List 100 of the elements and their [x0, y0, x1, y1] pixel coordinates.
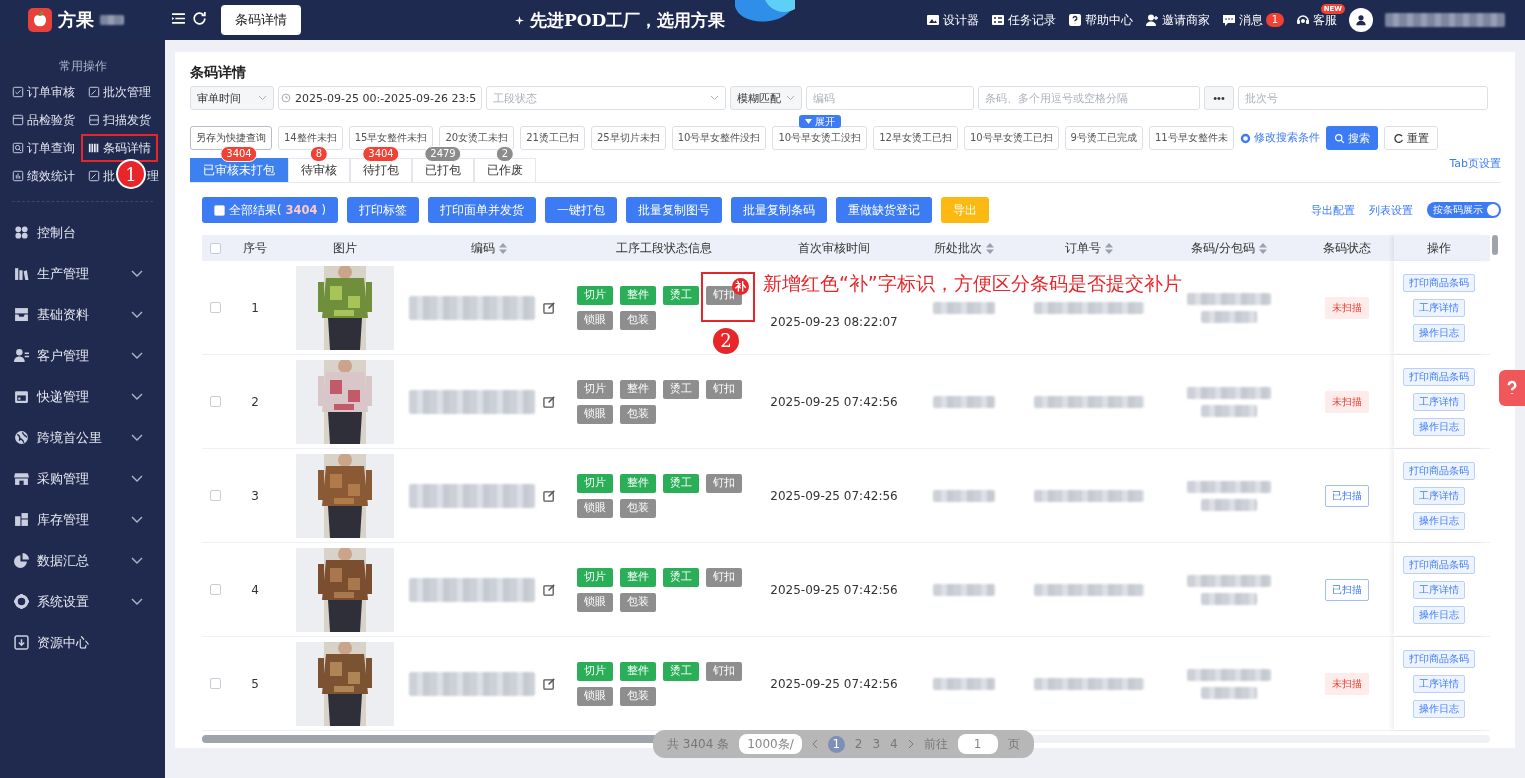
select-all-button[interactable]: 全部结果( 3404 ) [202, 197, 338, 223]
quick-link[interactable]: 品检验货 [10, 111, 77, 129]
quick-query-chip[interactable]: 20女烫工未扫 [439, 126, 515, 150]
row-action-button[interactable]: 工序详情 [1413, 674, 1465, 693]
checkbox[interactable] [210, 302, 221, 313]
action-button[interactable]: 重做缺货登记 [836, 197, 932, 223]
quick-query-chip[interactable]: 11号早女整件未 [1149, 126, 1234, 150]
quick-link[interactable]: 订单查询 [10, 139, 77, 157]
sort-icon[interactable] [499, 242, 507, 254]
help-button[interactable] [1499, 370, 1525, 406]
process-tag: 钉扣 [706, 567, 742, 587]
blocks-icon [14, 512, 29, 527]
nav-item[interactable]: 生产管理 [0, 253, 165, 294]
nav-item[interactable]: 跨境首公里 [0, 417, 165, 458]
row-action-button[interactable]: 操作日志 [1413, 323, 1465, 342]
toolbar-link[interactable]: 列表设置 [1369, 202, 1413, 218]
tab-settings-link[interactable]: Tab页设置 [1449, 156, 1501, 171]
row-action-button[interactable]: 工序详情 [1413, 392, 1465, 411]
toolbar-link[interactable]: 导出配置 [1311, 202, 1355, 218]
top-link[interactable]: 客服 [1296, 11, 1337, 29]
status-tab[interactable]: 已作废 [474, 158, 536, 182]
checkbox[interactable] [210, 396, 221, 407]
row-action-button[interactable]: 打印商品条码 [1403, 273, 1475, 292]
toggle-switch[interactable]: 按条码展示 [1427, 202, 1501, 218]
nav-item[interactable]: 资源中心 [0, 622, 165, 663]
quick-query-chip[interactable]: 10号早女烫工已扫 [963, 126, 1059, 150]
quick-query-chip[interactable]: 15早女整件未扫 [348, 126, 434, 150]
status-tab[interactable]: 已审核未打包 [190, 158, 288, 182]
page-size-select[interactable]: 1000条/ [739, 734, 802, 754]
nav-item[interactable]: 控制台 [0, 212, 165, 253]
quick-link[interactable]: 条码详情 [86, 139, 153, 157]
quick-link[interactable]: 绩效统计 [10, 167, 77, 185]
row-action-button[interactable]: 工序详情 [1413, 486, 1465, 505]
help-icon [1068, 13, 1082, 27]
nav-item[interactable]: 基础资料 [0, 294, 165, 335]
table-cell-text: 2025-09-25 07:42:56 [769, 488, 899, 503]
checkbox[interactable] [210, 678, 221, 689]
checkbox[interactable] [210, 490, 221, 501]
quick-link[interactable]: 扫描发货 [86, 111, 153, 129]
sort-icon[interactable] [1105, 242, 1113, 254]
next-icon[interactable] [907, 739, 914, 749]
prev-icon[interactable] [811, 739, 818, 749]
quick-link[interactable]: 批 [86, 167, 117, 185]
select-field[interactable]: 审单时间 [190, 86, 274, 110]
row-action-button[interactable]: 打印商品条码 [1403, 555, 1475, 574]
quick-link[interactable]: 批次管理 [86, 83, 153, 101]
top-link[interactable]: 设计器 [926, 11, 979, 29]
row-action-button[interactable]: 操作日志 [1413, 605, 1465, 624]
quick-query-chip[interactable]: 9号烫工已完成 [1064, 126, 1143, 150]
quick-query-chip[interactable]: 21烫工已扫 [520, 126, 585, 150]
page-tab[interactable]: 条码详情 [221, 5, 301, 35]
row-action-button[interactable]: 操作日志 [1413, 699, 1465, 718]
checkbox[interactable] [210, 584, 221, 595]
quick-query-chip[interactable]: 10号早女整件没扫 [671, 126, 767, 150]
action-button[interactable]: 批量复制条码 [731, 197, 827, 223]
quick-query-chip[interactable]: 12早女烫工已扫 [873, 126, 958, 150]
top-link[interactable]: 帮助中心 [1068, 11, 1133, 29]
nav-item[interactable]: 采购管理 [0, 458, 165, 499]
date-range-field[interactable]: 2025-09-25 00:-2025-09-26 23:5 [278, 86, 482, 110]
action-button[interactable]: 一键打包 [545, 197, 617, 223]
status-tab[interactable]: 待审核 [288, 158, 350, 182]
process-tag: 整件 [620, 473, 656, 493]
scrollbar[interactable] [1492, 235, 1498, 255]
quick-link[interactable]: 订单审核 [10, 83, 77, 101]
action-button[interactable]: 打印面单并发货 [428, 197, 536, 223]
nav-item[interactable]: 系统设置 [0, 581, 165, 622]
save-query-button[interactable]: 另存为快捷查询 [190, 126, 272, 150]
select-field[interactable]: 模糊匹配 [730, 86, 802, 110]
avatar[interactable] [1349, 8, 1373, 32]
sort-icon[interactable] [1258, 242, 1267, 254]
checkbox[interactable] [210, 242, 221, 254]
nav-item[interactable]: 快递管理 [0, 376, 165, 417]
action-button[interactable]: 批量复制图号 [626, 197, 722, 223]
quick-query-chip[interactable]: 10号早女烫工没扫 [772, 126, 868, 150]
more-button[interactable]: ••• [1204, 86, 1234, 110]
row-action-button[interactable]: 操作日志 [1413, 417, 1465, 436]
top-link[interactable]: 邀请商家 [1145, 11, 1210, 29]
checkbox[interactable] [214, 204, 225, 216]
sort-icon[interactable] [986, 242, 994, 254]
page-input[interactable]: 1 [957, 734, 998, 754]
top-link[interactable]: 任务记录 [991, 11, 1056, 29]
reset-button[interactable]: 重置 [1383, 126, 1438, 150]
top-link[interactable]: 消息 1 [1222, 11, 1284, 29]
quick-query-chip[interactable]: 25早切片未扫 [590, 126, 666, 150]
nav-item[interactable]: 库存管理 [0, 499, 165, 540]
nav-item[interactable]: 数据汇总 [0, 540, 165, 581]
row-action-button[interactable]: 工序详情 [1413, 580, 1465, 599]
row-action-button[interactable]: 打印商品条码 [1403, 649, 1475, 668]
nav-item[interactable]: 客户管理 [0, 335, 165, 376]
search-button[interactable]: 搜索 [1325, 126, 1378, 150]
action-button[interactable]: 打印标签 [347, 197, 419, 223]
row-action-button[interactable]: 打印商品条码 [1403, 367, 1475, 386]
row-action-button[interactable]: 打印商品条码 [1403, 461, 1475, 480]
row-action-button[interactable]: 工序详情 [1413, 298, 1465, 317]
quick-query-chip[interactable]: 14整件未扫 [278, 126, 343, 150]
row-action-button[interactable]: 操作日志 [1413, 511, 1465, 530]
expand-toggle[interactable]: 展开 [798, 115, 841, 128]
status-tab[interactable]: 已打包 [412, 158, 474, 182]
modify-search-link[interactable]: 修改搜索条件 [1239, 131, 1320, 145]
status-tab[interactable]: 待打包 [350, 158, 412, 182]
